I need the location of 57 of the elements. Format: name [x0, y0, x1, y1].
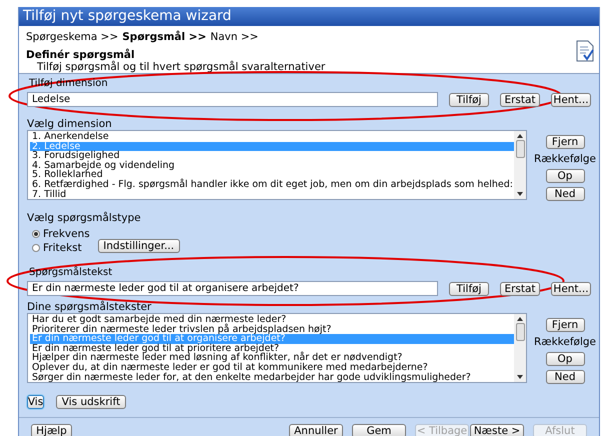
button[interactable]: Næste >	[470, 424, 524, 436]
button[interactable]: Hent...	[551, 92, 591, 106]
input-field[interactable]: Ledelse	[27, 92, 438, 107]
header-subtitle: Tilføj spørgsmål og til hvert spørgsmål svaralternativer	[36, 61, 326, 73]
scroll-up-icon[interactable]	[517, 317, 523, 321]
field-label: Vælg dimension	[27, 118, 113, 130]
button[interactable]: Gem	[352, 424, 406, 436]
field-label: Spørgsmålstekst	[28, 267, 112, 279]
scroll-down-icon[interactable]	[517, 375, 523, 379]
list-item[interactable]: 4. Samarbejde og videndeling	[30, 160, 514, 170]
list-item[interactable]: Prioriterer din nærmeste leder trivslen på arbejdspladsen højt?	[30, 324, 514, 334]
button[interactable]: Indstillinger...	[98, 239, 180, 253]
breadcrumb-item: Navn >>	[210, 31, 258, 43]
button[interactable]: Fjern	[546, 318, 584, 332]
button[interactable]: Vis udskrift	[56, 395, 126, 409]
scroll-up-icon[interactable]	[517, 134, 523, 138]
button[interactable]: Tilføj	[449, 282, 489, 296]
document-check-icon	[575, 40, 595, 62]
button[interactable]: Ned	[546, 187, 584, 201]
scrollbar-thumb[interactable]	[516, 140, 524, 158]
button[interactable]: Annuller	[289, 424, 343, 436]
scrollbar-thumb[interactable]	[516, 323, 524, 341]
list-item[interactable]: Har du et godt samarbejde med din nærmeste leder?	[30, 315, 514, 325]
list-item[interactable]: 6. Retfærdighed - Flg. spørgsmål handler ikke om dit eget job, men om din arbejdsplads som helhed:	[30, 180, 514, 190]
button[interactable]: Erstat	[500, 92, 540, 106]
radio-button[interactable]	[32, 230, 40, 238]
list-item[interactable]: 1. Anerkendelse	[30, 132, 514, 142]
button[interactable]: Op	[546, 169, 584, 183]
breadcrumb-item: Spørgsmål >>	[122, 31, 206, 43]
scrollbar[interactable]	[514, 314, 526, 382]
input-field[interactable]: Er din nærmeste leder god til at organisere arbejdet?	[27, 281, 438, 296]
button[interactable]: Erstat	[500, 282, 540, 296]
button[interactable]: Ned	[546, 370, 584, 384]
scrollbar[interactable]	[514, 131, 526, 199]
button[interactable]: Op	[546, 352, 584, 366]
button[interactable]: Tilføj	[449, 92, 489, 106]
list-item[interactable]: 5. Rolleklarhed	[30, 170, 514, 180]
breadcrumb-item: Spørgeskema >>	[26, 31, 118, 43]
button[interactable]: Hjælp	[31, 424, 72, 436]
scroll-down-icon[interactable]	[517, 192, 523, 196]
list-item[interactable]: 3. Forudsigelighed	[30, 151, 514, 161]
header-title: Definér spørgsmål	[26, 49, 136, 61]
list-item[interactable]: Hjælper din nærmeste leder med løsning af konflikter, når det er nødvendigt?	[30, 353, 514, 363]
order-label: Rækkefølge	[534, 336, 596, 348]
field-label: Dine spørgsmålstekster	[27, 301, 152, 313]
radio-button[interactable]	[32, 244, 40, 252]
button[interactable]: Vis	[27, 395, 44, 409]
radio-label: Frekvens	[43, 228, 90, 240]
field-label: Vælg spørgsmålstype	[27, 212, 142, 224]
list-item[interactable]: 7. Tillid	[30, 190, 514, 200]
list-item[interactable]: Sørger din nærmeste leder for, at den enkelte medarbejder har gode udviklingsmuligheder?	[30, 372, 514, 382]
radio-label: Fritekst	[43, 242, 82, 254]
button[interactable]: Fjern	[546, 135, 584, 149]
window-title: Tilføj nyt spørgeskema wizard	[19, 7, 599, 26]
button[interactable]: Hent...	[551, 282, 591, 296]
list-item[interactable]: Oplever du, at din nærmeste leder er god til at kommunikere med medarbejderne?	[30, 362, 514, 373]
order-label: Rækkefølge	[534, 153, 596, 165]
